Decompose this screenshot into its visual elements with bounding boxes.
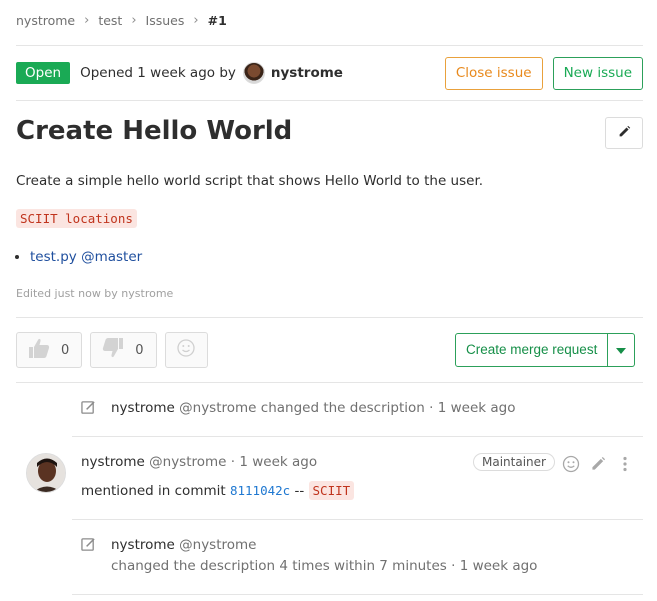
breadcrumb-project[interactable]: test — [98, 13, 122, 28]
divider — [72, 436, 643, 437]
note-author[interactable]: nystrome — [81, 454, 145, 470]
divider — [72, 594, 643, 595]
note-handle[interactable]: @nystrome — [149, 454, 226, 470]
note-time[interactable]: · 1 week ago — [429, 400, 515, 416]
close-issue-button[interactable]: Close issue — [444, 56, 543, 90]
merge-request-group: Create merge request — [455, 333, 636, 367]
add-reaction-icon[interactable] — [562, 455, 580, 477]
system-note-detail: changed the description 4 times within 7… — [111, 558, 537, 574]
award-bar: 0 0 — [16, 332, 216, 368]
issue-header: Open Opened 1 week ago by nystrome Close… — [16, 56, 643, 90]
commit-link[interactable]: 8111042c — [230, 483, 290, 498]
file-list: test.py @master — [30, 249, 142, 265]
edit-note-icon — [81, 400, 96, 419]
chevron-right-icon: › — [84, 13, 90, 28]
edit-title-button[interactable] — [605, 117, 643, 149]
system-note: nystrome @nystrome — [111, 537, 256, 553]
edit-note-icon — [81, 537, 96, 556]
comment-body: mentioned in commit 8111042c -- SCIIT — [81, 481, 355, 500]
divider — [16, 382, 643, 383]
breadcrumb-issues[interactable]: Issues — [146, 13, 185, 28]
comment-header: nystrome @nystrome · 1 week ago — [81, 454, 317, 470]
new-issue-button[interactable]: New issue — [552, 56, 643, 90]
create-merge-request-button[interactable]: Create merge request — [455, 333, 609, 367]
thumbs-up-count: 0 — [61, 342, 70, 358]
author-avatar[interactable] — [242, 62, 265, 84]
issue-description: Create a simple hello world script that … — [16, 173, 484, 189]
add-reaction-button[interactable] — [164, 332, 208, 368]
thumbs-up-button[interactable]: 0 — [16, 332, 83, 368]
system-note: nystrome @nystrome changed the descripti… — [111, 400, 515, 416]
note-handle[interactable]: @nystrome — [179, 400, 256, 416]
note-author[interactable]: nystrome — [111, 537, 175, 553]
breadcrumb-user[interactable]: nystrome — [16, 13, 75, 28]
pencil-icon — [618, 125, 631, 142]
thumbs-down-icon — [101, 337, 125, 363]
divider — [16, 317, 643, 318]
code-label: SCIIT locations — [16, 209, 137, 228]
divider — [16, 100, 643, 101]
note-author[interactable]: nystrome — [111, 400, 175, 416]
caret-down-icon — [616, 342, 627, 358]
comment-text: mentioned in commit — [81, 483, 226, 499]
note-text: changed the description 4 times within 7… — [111, 558, 447, 574]
more-actions-icon[interactable] — [622, 456, 628, 476]
note-time[interactable]: · 1 week ago — [451, 558, 537, 574]
comment-dashes: -- — [294, 483, 305, 499]
author-name[interactable]: nystrome — [271, 65, 343, 81]
edited-note: Edited just now by nystrome — [16, 287, 174, 300]
file-link[interactable]: test.py @master — [30, 249, 142, 265]
note-text: changed the description — [260, 400, 425, 416]
opened-text: Opened 1 week ago by — [80, 65, 236, 81]
smiley-icon — [177, 339, 195, 361]
thumbs-down-count: 0 — [135, 342, 144, 358]
merge-options-dropdown[interactable] — [608, 333, 636, 367]
chevron-right-icon: › — [193, 13, 199, 28]
breadcrumb-current[interactable]: #1 — [208, 13, 227, 28]
role-badge: Maintainer — [473, 453, 555, 471]
issue-title: Create Hello World — [16, 116, 293, 146]
status-badge: Open — [16, 62, 71, 84]
divider — [72, 519, 643, 520]
divider — [16, 45, 643, 46]
commenter-avatar[interactable] — [26, 453, 66, 493]
edit-comment-icon[interactable] — [591, 456, 606, 475]
thumbs-down-button[interactable]: 0 — [90, 332, 157, 368]
breadcrumb: nystrome › test › Issues › #1 — [16, 13, 227, 28]
note-time[interactable]: · 1 week ago — [231, 454, 317, 470]
thumbs-up-icon — [27, 337, 51, 363]
chevron-right-icon: › — [131, 13, 137, 28]
note-handle[interactable]: @nystrome — [179, 537, 256, 553]
list-item: test.py @master — [30, 249, 142, 265]
commit-tag: SCIIT — [308, 481, 355, 500]
